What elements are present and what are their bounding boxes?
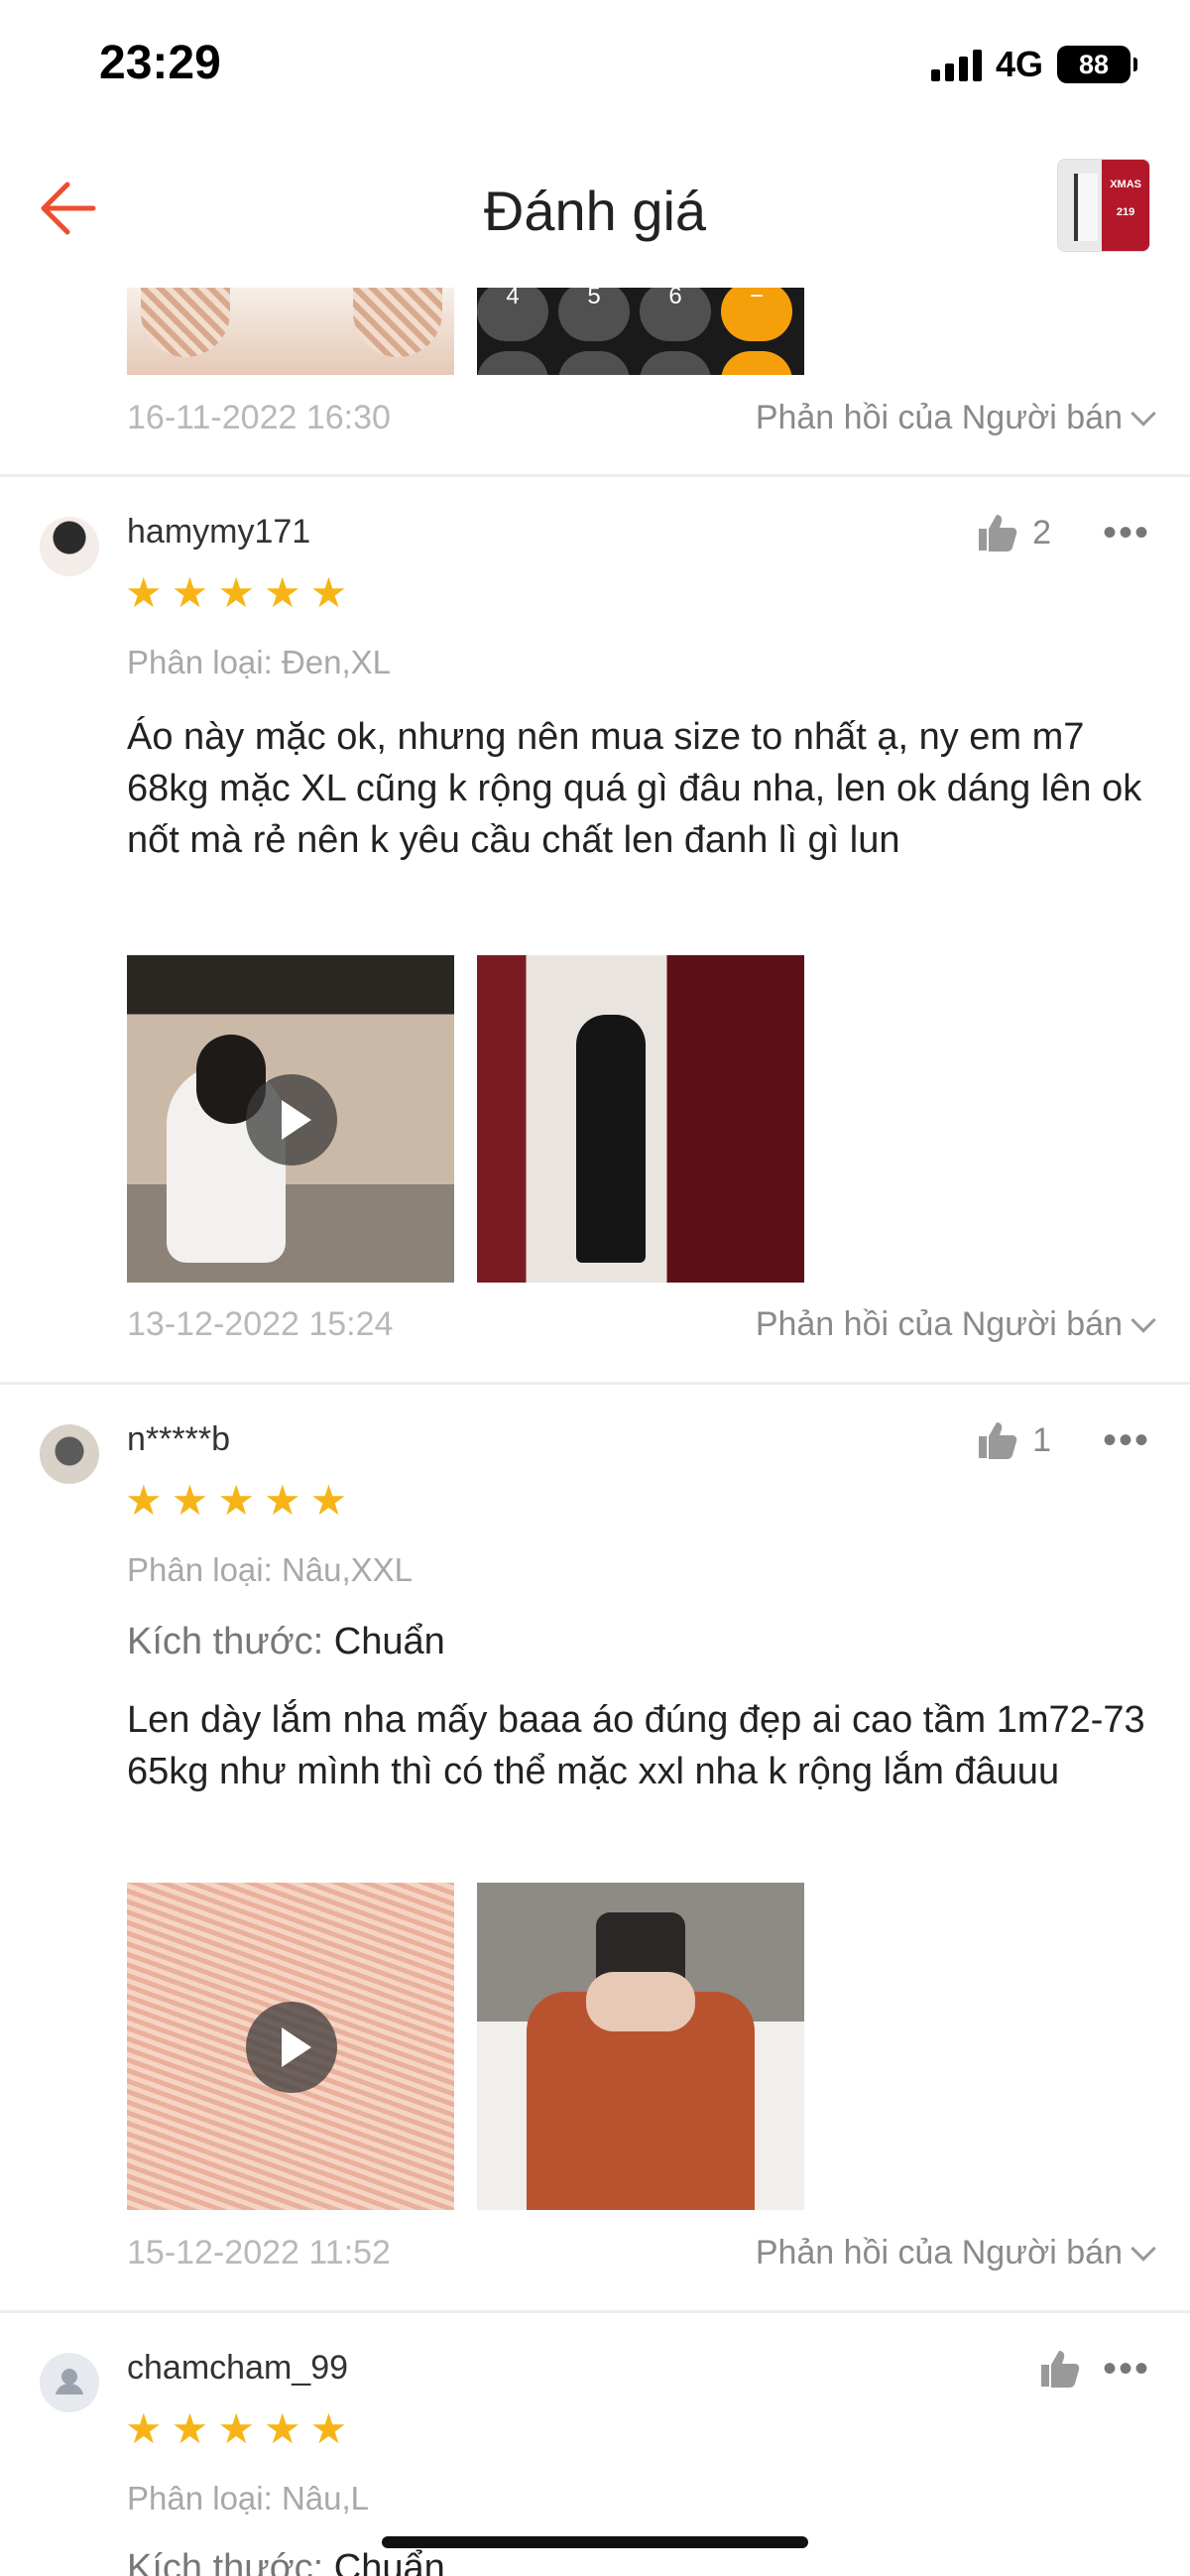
size-label: Kích thước:: [127, 2547, 324, 2576]
star-icon: ★: [217, 1477, 255, 1524]
seller-reply-label: Phản hồi của Người bán: [755, 2234, 1123, 2271]
like-count: 1: [1032, 1420, 1051, 1459]
star-icon: ★: [125, 1477, 163, 1524]
review-date: 15-12-2022 11:52: [127, 2234, 391, 2271]
signal-icon: [930, 48, 982, 81]
star-icon: ★: [125, 2405, 163, 2452]
chevron-down-icon: [1130, 400, 1156, 427]
star-icon: ★: [217, 2405, 255, 2452]
default-user-icon: [56, 2369, 83, 2394]
review-username: n*****b: [127, 1420, 230, 1458]
review-photo[interactable]: [477, 1883, 804, 2210]
size-label: Kích thước:: [127, 1621, 324, 1662]
review-photo[interactable]: [477, 955, 804, 1283]
review-media: [127, 955, 821, 1283]
battery-icon: 88: [1057, 46, 1137, 83]
like-button[interactable]: 2: [977, 513, 1051, 552]
review-comment: Áo này mặc ok, nhưng nên mua size to nhấ…: [127, 716, 1142, 861]
star-icon: ★: [217, 569, 255, 616]
review-username: hamymy171: [127, 513, 311, 551]
seller-reply-toggle[interactable]: Phản hồi của Người bán: [756, 399, 1158, 437]
product-thumbnail-text: XMAS 219: [1110, 179, 1141, 218]
size-value: Chuẩn: [333, 1621, 445, 1662]
seller-reply-label: Phản hồi của Người bán: [755, 1305, 1123, 1343]
like-count: 2: [1032, 513, 1051, 552]
like-button[interactable]: [1039, 2349, 1081, 2389]
seller-reply-toggle[interactable]: Phản hồi của Người bán: [756, 1305, 1158, 1344]
divider: [0, 2310, 1190, 2313]
like-button[interactable]: 1: [977, 1420, 1051, 1460]
chevron-down-icon: [1130, 1306, 1156, 1333]
star-icon: ★: [171, 569, 209, 616]
star-rating: ★ ★ ★ ★ ★: [125, 1480, 347, 1522]
star-icon: ★: [171, 2405, 209, 2452]
review-photo[interactable]: [127, 288, 454, 375]
page-title: Đánh giá: [483, 180, 707, 242]
size-value: Chuẩn: [333, 2547, 445, 2576]
review-photo[interactable]: 4 5 6 −: [477, 288, 804, 375]
star-rating: ★ ★ ★ ★ ★: [125, 2408, 347, 2450]
review-video[interactable]: [127, 1883, 454, 2210]
network-type: 4G: [995, 44, 1043, 84]
more-options-icon[interactable]: •••: [1103, 2349, 1150, 2389]
review-date: 13-12-2022 15:24: [127, 1305, 394, 1343]
play-icon: [246, 2002, 337, 2093]
star-icon: ★: [171, 1477, 209, 1524]
star-icon: ★: [263, 1477, 301, 1524]
nav-bar: Đánh giá XMAS 219: [0, 139, 1190, 278]
review-variant: Phân loại: Nâu,XXL: [127, 1551, 414, 1588]
home-indicator: [382, 2536, 808, 2548]
chevron-down-icon: [1130, 2235, 1156, 2262]
star-icon: ★: [263, 2405, 301, 2452]
seller-reply-label: Phản hồi của Người bán: [755, 399, 1123, 436]
review-date: 16-11-2022 16:30: [127, 399, 391, 436]
review-username: chamcham_99: [127, 2349, 349, 2387]
thumbs-up-icon: [979, 515, 1017, 552]
product-thumbnail[interactable]: XMAS 219: [1057, 159, 1150, 252]
divider: [0, 474, 1190, 477]
thumbs-up-icon: [979, 1422, 1017, 1459]
review-media: [127, 1883, 821, 2210]
star-icon: ★: [125, 569, 163, 616]
star-icon: ★: [309, 569, 348, 616]
star-icon: ★: [309, 2405, 348, 2452]
status-bar: 23:29 4G 88: [0, 0, 1190, 129]
status-indicators: 4G 88: [930, 44, 1137, 85]
previous-review-media: 4 5 6 −: [127, 288, 804, 375]
status-time: 23:29: [99, 37, 221, 89]
star-icon: ★: [309, 1477, 348, 1524]
review-comment: Len dày lắm nha mấy baaa áo đúng đẹp ai …: [127, 1699, 1145, 1792]
review-variant: Phân loại: Nâu,L: [127, 2480, 370, 2516]
review-size: Kích thước: Chuẩn: [127, 2547, 445, 2576]
star-rating: ★ ★ ★ ★ ★: [125, 572, 347, 614]
review-video[interactable]: [127, 955, 454, 1283]
more-options-icon[interactable]: •••: [1103, 513, 1150, 552]
play-icon: [246, 1074, 337, 1165]
more-options-icon[interactable]: •••: [1103, 1420, 1150, 1460]
star-icon: ★: [263, 569, 301, 616]
avatar[interactable]: [40, 2353, 99, 2412]
review-size: Kích thước: Chuẩn: [127, 1621, 445, 1663]
thumbs-up-icon: [1041, 2351, 1080, 2388]
seller-reply-toggle[interactable]: Phản hồi của Người bán: [756, 2234, 1158, 2272]
avatar[interactable]: [40, 1424, 99, 1484]
divider: [0, 1382, 1190, 1385]
avatar[interactable]: [40, 517, 99, 576]
review-variant: Phân loại: Đen,XL: [127, 644, 392, 680]
